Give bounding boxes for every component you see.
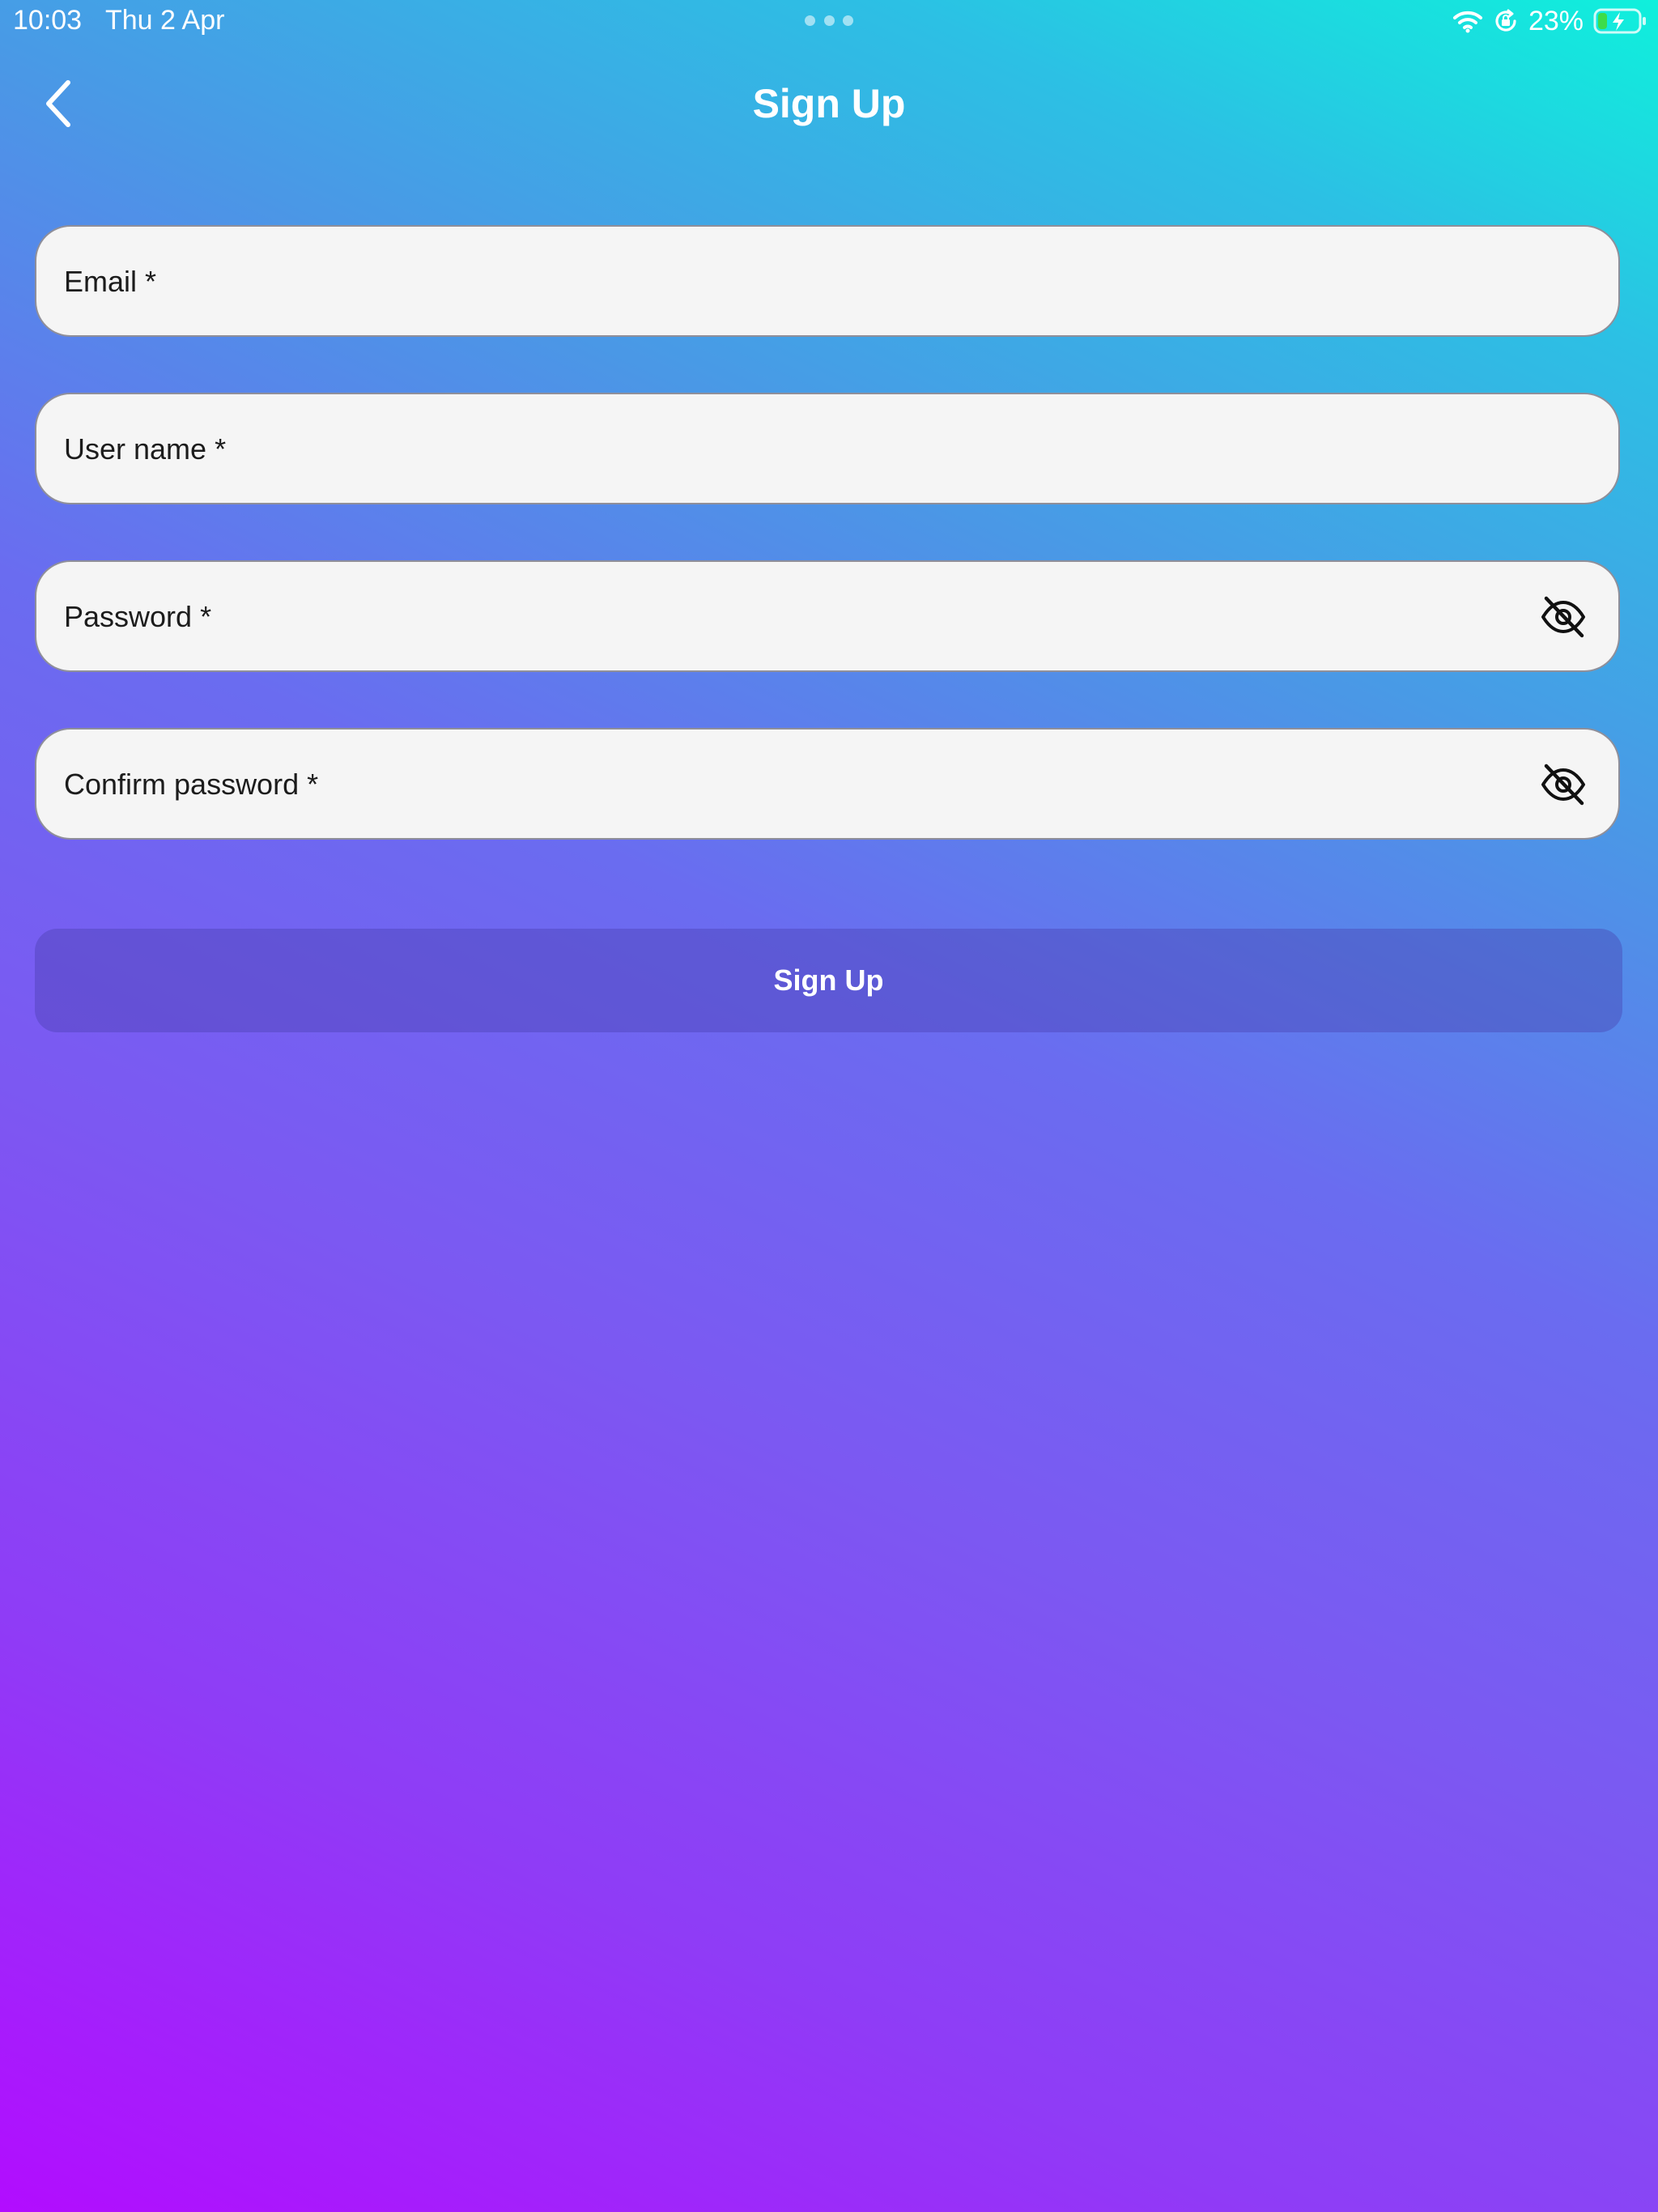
eye-off-icon — [1541, 764, 1585, 806]
battery-percent: 23% — [1528, 5, 1584, 36]
wifi-icon — [1452, 11, 1482, 33]
eye-off-icon — [1541, 596, 1585, 638]
password-input[interactable] — [62, 562, 1539, 672]
confirm-password-visibility-toggle[interactable] — [1539, 760, 1588, 809]
page-title: Sign Up — [752, 81, 906, 126]
username-input[interactable] — [62, 394, 1539, 504]
status-indicators: 23% — [1452, 5, 1647, 37]
password-visibility-toggle[interactable] — [1539, 593, 1588, 641]
email-input[interactable] — [62, 227, 1539, 337]
password-field[interactable] — [35, 560, 1620, 672]
username-field[interactable] — [35, 393, 1620, 504]
confirm-password-field[interactable] — [35, 728, 1620, 840]
multitasking-dots-icon[interactable] — [805, 15, 853, 27]
email-field[interactable] — [35, 225, 1620, 337]
battery-charging-icon — [1593, 8, 1646, 34]
status-bar: 10:03 Thu 2 Apr 23% — [0, 0, 1658, 42]
status-time: 10:03 — [13, 5, 83, 36]
orientation-lock-icon — [1495, 9, 1516, 32]
sign-up-button[interactable]: Sign Up — [35, 929, 1622, 1032]
status-date: Thu 2 Apr — [105, 5, 225, 36]
confirm-password-input[interactable] — [62, 730, 1539, 840]
